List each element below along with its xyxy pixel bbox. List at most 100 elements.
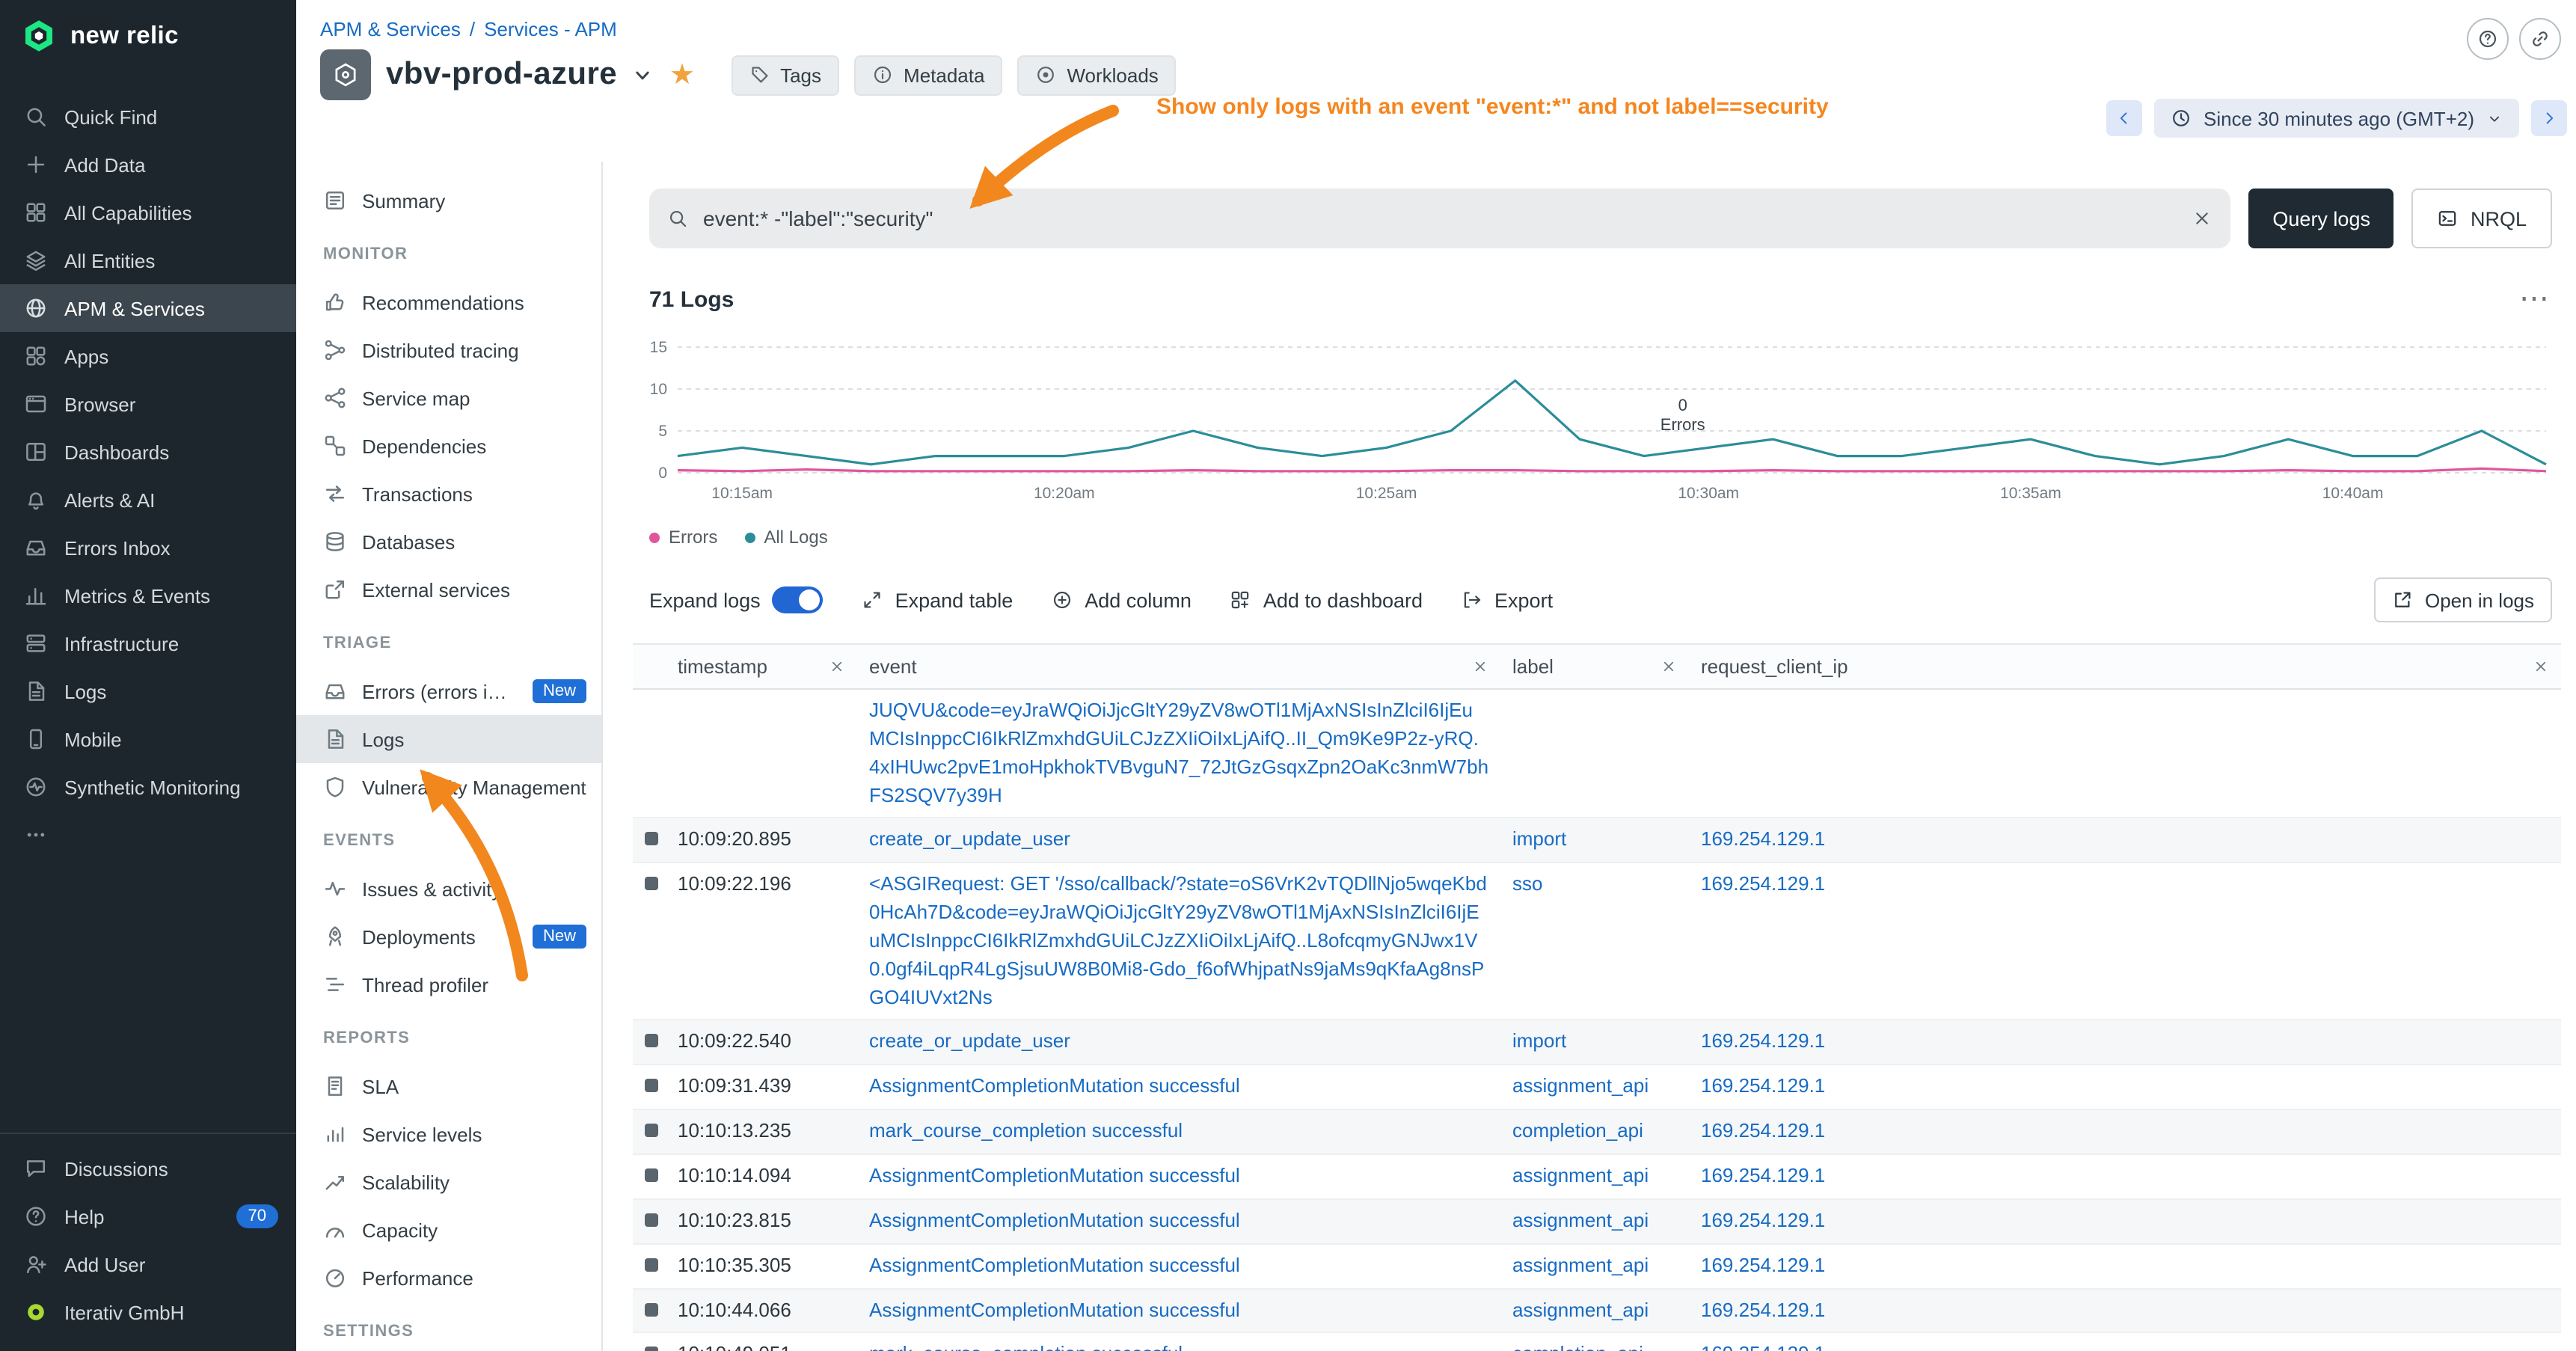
permalink-button[interactable] xyxy=(2519,18,2561,60)
remove-column-icon[interactable] xyxy=(1660,658,1677,675)
time-back-button[interactable] xyxy=(2106,100,2142,136)
cell-label-link[interactable]: completion_api xyxy=(1512,1343,1643,1351)
subnav-item-service-levels[interactable]: Service levels xyxy=(296,1110,601,1158)
table-row[interactable]: 10:10:44.066AssignmentCompletionMutation… xyxy=(633,1288,2561,1333)
cell-label-link[interactable]: assignment_api xyxy=(1512,1075,1649,1097)
sidebar-footer-item-add-user[interactable]: Add User xyxy=(0,1240,296,1288)
query-logs-button[interactable]: Query logs xyxy=(2248,189,2394,248)
subnav-item-external-services[interactable]: External services xyxy=(296,566,601,613)
breadcrumb-services-apm[interactable]: Services - APM xyxy=(484,18,617,40)
table-row[interactable]: 10:09:22.540create_or_update_userimport1… xyxy=(633,1020,2561,1065)
table-row[interactable]: 10:10:49.051mark_course_completion succe… xyxy=(633,1333,2561,1351)
subnav-item-distributed-tracing[interactable]: Distributed tracing xyxy=(296,326,601,374)
table-row-partial[interactable]: JUQVU&code=eyJraWQiOiJjcGltY29yZV8wOTl1M… xyxy=(633,689,2561,818)
cell-event-link[interactable]: AssignmentCompletionMutation successful xyxy=(869,1075,1240,1097)
sidebar-item-dashboards[interactable]: Dashboards xyxy=(0,428,296,476)
tags-pill[interactable]: Tags xyxy=(731,55,839,95)
cell-label-link[interactable]: assignment_api xyxy=(1512,1164,1649,1186)
subnav-item-logs[interactable]: Logs xyxy=(296,715,601,763)
sidebar-footer-item-help[interactable]: Help70 xyxy=(0,1192,296,1240)
sidebar-item-more[interactable] xyxy=(0,811,296,859)
remove-column-icon[interactable] xyxy=(829,658,845,675)
table-row[interactable]: 10:09:22.196<ASGIRequest: GET '/sso/call… xyxy=(633,863,2561,1020)
table-row[interactable]: 10:10:35.305AssignmentCompletionMutation… xyxy=(633,1243,2561,1288)
cell-event-link[interactable]: mark_course_completion successful xyxy=(869,1343,1183,1351)
sidebar-item-quick-find[interactable]: Quick Find xyxy=(0,93,296,141)
row-checkbox[interactable] xyxy=(645,877,658,890)
subnav-item-capacity[interactable]: Capacity xyxy=(296,1206,601,1254)
cell-label-link[interactable]: sso xyxy=(1512,872,1542,895)
row-checkbox[interactable] xyxy=(645,1168,658,1182)
remove-column-icon[interactable] xyxy=(1472,658,1488,675)
cell-event-link[interactable]: AssignmentCompletionMutation successful xyxy=(869,1164,1240,1186)
logs-search-box[interactable]: event:* -"label":"security" xyxy=(649,189,2230,248)
subnav-item-databases[interactable]: Databases xyxy=(296,518,601,566)
cell-event-link[interactable]: <ASGIRequest: GET '/sso/callback/?state=… xyxy=(869,872,1487,1008)
subnav-item-sla[interactable]: SLA xyxy=(296,1062,601,1110)
sidebar-item-apps[interactable]: Apps xyxy=(0,332,296,380)
row-checkbox[interactable] xyxy=(645,1035,658,1048)
subnav-item-recommendations[interactable]: Recommendations xyxy=(296,278,601,326)
sidebar-item-mobile[interactable]: Mobile xyxy=(0,715,296,763)
entity-switcher-caret-icon[interactable] xyxy=(632,65,651,85)
sidebar-item-add-data[interactable]: Add Data xyxy=(0,141,296,189)
sidebar-item-all-entities[interactable]: All Entities xyxy=(0,236,296,284)
sidebar-item-all-capabilities[interactable]: All Capabilities xyxy=(0,189,296,236)
cell-request-client-ip-link[interactable]: 169.254.129.1 xyxy=(1701,1298,1825,1320)
table-row[interactable]: 10:10:14.094AssignmentCompletionMutation… xyxy=(633,1154,2561,1199)
add-column-button[interactable]: Add column xyxy=(1052,589,1192,611)
remove-column-icon[interactable] xyxy=(2533,658,2549,675)
breadcrumb-apm-services[interactable]: APM & Services xyxy=(320,18,461,40)
sidebar-item-logs[interactable]: Logs xyxy=(0,667,296,715)
cell-label-link[interactable]: completion_api xyxy=(1512,1119,1643,1142)
cell-request-client-ip-link[interactable]: 169.254.129.1 xyxy=(1701,1164,1825,1186)
subnav-item-transactions[interactable]: Transactions xyxy=(296,470,601,518)
cell-event-link[interactable]: create_or_update_user xyxy=(869,828,1070,851)
logs-query-input[interactable]: event:* -"label":"security" xyxy=(703,206,2177,230)
cell-request-client-ip-link[interactable]: 169.254.129.1 xyxy=(1701,872,1825,895)
subnav-item-errors-errors-inb[interactable]: Errors (errors inb...New xyxy=(296,667,601,715)
cell-request-client-ip-link[interactable]: 169.254.129.1 xyxy=(1701,1209,1825,1231)
cell-event-link[interactable]: AssignmentCompletionMutation successful xyxy=(869,1298,1240,1320)
cell-request-client-ip-link[interactable]: 169.254.129.1 xyxy=(1701,1030,1825,1053)
subnav-item-thread-profiler[interactable]: Thread profiler xyxy=(296,961,601,1008)
add-to-dashboard-button[interactable]: Add to dashboard xyxy=(1230,589,1423,611)
cell-event-link[interactable]: AssignmentCompletionMutation successful xyxy=(869,1209,1240,1231)
expand-logs-toggle[interactable] xyxy=(773,586,824,613)
export-button[interactable]: Export xyxy=(1462,589,1553,611)
row-checkbox[interactable] xyxy=(645,1079,658,1093)
expand-table-button[interactable]: Expand table xyxy=(862,589,1013,611)
cell-request-client-ip-link[interactable]: 169.254.129.1 xyxy=(1701,828,1825,851)
legend-item-all-logs[interactable]: All Logs xyxy=(744,527,827,548)
legend-item-errors[interactable]: Errors xyxy=(649,527,717,548)
subnav-item-scalability[interactable]: Scalability xyxy=(296,1158,601,1206)
newrelic-logo[interactable]: new relic xyxy=(0,0,296,72)
cell-event-link[interactable]: create_or_update_user xyxy=(869,1030,1070,1053)
row-checkbox[interactable] xyxy=(645,1257,658,1271)
sidebar-item-infrastructure[interactable]: Infrastructure xyxy=(0,619,296,667)
row-checkbox[interactable] xyxy=(645,1124,658,1137)
cell-event-link[interactable]: JUQVU&code=eyJraWQiOiJjcGltY29yZV8wOTl1M… xyxy=(869,699,1488,806)
cell-event-link[interactable]: AssignmentCompletionMutation successful xyxy=(869,1253,1240,1275)
sidebar-item-alerts-ai[interactable]: Alerts & AI xyxy=(0,476,296,524)
cell-request-client-ip-link[interactable]: 169.254.129.1 xyxy=(1701,1075,1825,1097)
cell-label-link[interactable]: assignment_api xyxy=(1512,1209,1649,1231)
favorite-star-icon[interactable]: ★ xyxy=(669,61,695,89)
row-checkbox[interactable] xyxy=(645,1347,658,1351)
subnav-item-service-map[interactable]: Service map xyxy=(296,374,601,422)
subnav-item-issues-activity[interactable]: Issues & activity xyxy=(296,865,601,913)
workloads-pill[interactable]: Workloads xyxy=(1017,55,1176,95)
subnav-item-summary[interactable]: Summary xyxy=(296,177,601,224)
subnav-item-deployments[interactable]: DeploymentsNew xyxy=(296,913,601,961)
sidebar-item-synthetic-monitoring[interactable]: Synthetic Monitoring xyxy=(0,763,296,811)
sidebar-item-apm-services[interactable]: APM & Services xyxy=(0,284,296,332)
cell-label-link[interactable]: assignment_api xyxy=(1512,1298,1649,1320)
cell-label-link[interactable]: import xyxy=(1512,828,1566,851)
subnav-item-dependencies[interactable]: Dependencies xyxy=(296,422,601,470)
cell-label-link[interactable]: assignment_api xyxy=(1512,1253,1649,1275)
table-row[interactable]: 10:09:20.895create_or_update_userimport1… xyxy=(633,818,2561,863)
cell-request-client-ip-link[interactable]: 169.254.129.1 xyxy=(1701,1343,1825,1351)
help-button[interactable] xyxy=(2467,18,2509,60)
row-checkbox[interactable] xyxy=(645,1213,658,1227)
cell-label-link[interactable]: import xyxy=(1512,1030,1566,1053)
